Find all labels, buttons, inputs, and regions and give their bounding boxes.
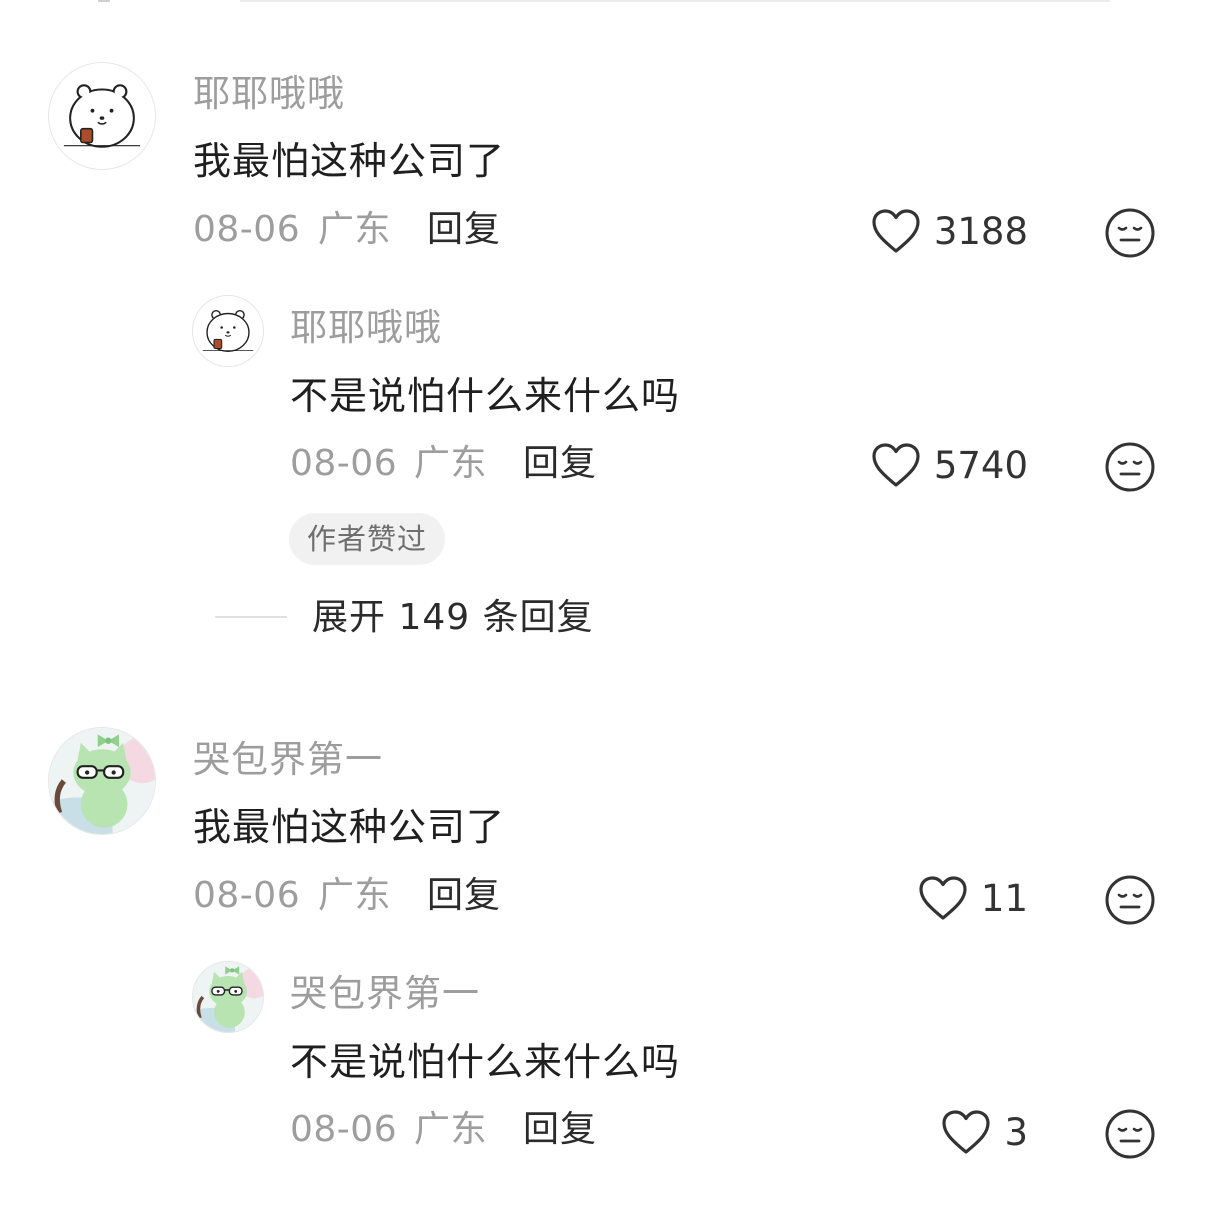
heart-outline-icon	[917, 874, 969, 922]
green-cat-avatar-image	[49, 728, 155, 834]
comment-username[interactable]: 耶耶哦哦	[193, 75, 345, 112]
reply-date: 08-06	[290, 443, 398, 484]
meh-face-icon[interactable]	[1104, 207, 1156, 259]
reply-button[interactable]: 回复	[523, 446, 597, 482]
heart-outline-icon	[940, 1108, 992, 1156]
reply-location: 广东	[414, 1109, 488, 1150]
comment-text: 我最怕这种公司了	[193, 805, 506, 849]
reply-username[interactable]: 耶耶哦哦	[290, 309, 442, 346]
like-count: 3188	[933, 209, 1028, 253]
heart-outline-icon	[870, 207, 922, 255]
expand-replies-button[interactable]: 展开 149 条回复	[312, 600, 594, 636]
avatar[interactable]	[48, 62, 156, 170]
reply-username[interactable]: 哭包界第一	[290, 975, 480, 1012]
reply-text: 不是说怕什么来什么吗	[290, 1040, 681, 1084]
meh-face-icon[interactable]	[1104, 441, 1156, 493]
polar-bear-avatar-image	[63, 84, 141, 148]
like-button[interactable]: 3	[940, 1108, 1028, 1156]
like-button[interactable]: 5740	[870, 441, 1028, 489]
meh-face-icon[interactable]	[1104, 1108, 1156, 1160]
top-divider	[240, 0, 1110, 2]
comment-date: 08-06	[193, 875, 301, 916]
avatar[interactable]	[192, 961, 264, 1033]
comment-date: 08-06	[193, 209, 301, 250]
heart-outline-icon	[870, 441, 922, 489]
author-liked-badge: 作者赞过	[289, 513, 446, 565]
polar-bear-avatar-image	[202, 310, 254, 352]
avatar[interactable]	[48, 727, 156, 835]
comment-text: 我最怕这种公司了	[193, 139, 506, 183]
reply-button[interactable]: 回复	[523, 1112, 597, 1148]
top-divider-dot	[98, 0, 110, 2]
comment-location: 广东	[318, 875, 392, 916]
green-cat-avatar-image	[193, 962, 263, 1032]
like-button[interactable]: 11	[917, 874, 1028, 922]
like-count: 5740	[933, 443, 1028, 487]
comment-location: 广东	[318, 209, 392, 250]
like-button[interactable]: 3188	[870, 207, 1028, 255]
expand-divider	[215, 616, 287, 618]
like-count: 11	[980, 876, 1028, 920]
reply-button[interactable]: 回复	[427, 878, 501, 914]
reply-location: 广东	[414, 443, 488, 484]
like-count: 3	[1004, 1110, 1028, 1154]
reply-button[interactable]: 回复	[427, 212, 501, 248]
comment-username[interactable]: 哭包界第一	[193, 741, 383, 778]
avatar[interactable]	[192, 295, 264, 367]
reply-date: 08-06	[290, 1109, 398, 1150]
meh-face-icon[interactable]	[1104, 874, 1156, 926]
reply-text: 不是说怕什么来什么吗	[290, 374, 681, 418]
